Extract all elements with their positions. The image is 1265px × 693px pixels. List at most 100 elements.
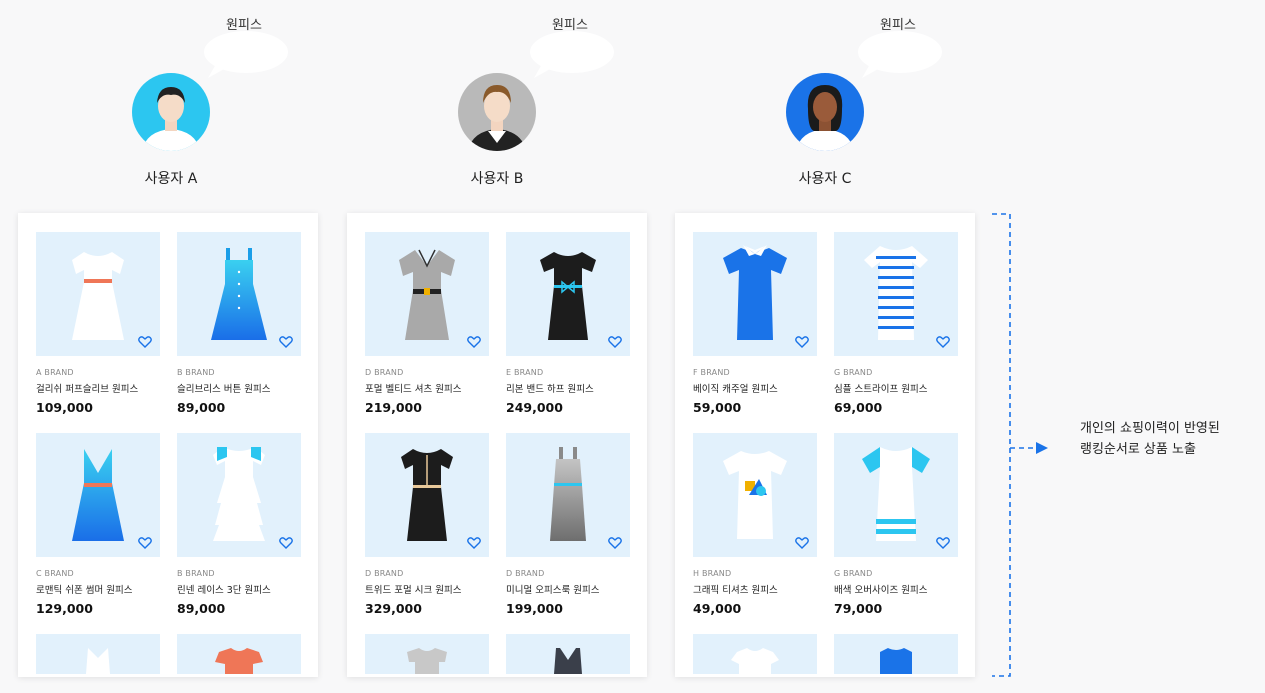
product-list-user-a[interactable]: A BRAND 걸리쉬 퍼프슬리브 원피스 109,000 B BRAND 슬리… [18, 213, 318, 677]
product-price: 199,000 [506, 601, 563, 616]
product-title[interactable]: 포멀 벨티드 셔츠 원피스 [365, 381, 489, 395]
product-price: 49,000 [693, 601, 742, 616]
avatar [786, 73, 864, 151]
heart-icon[interactable] [279, 537, 293, 549]
product-card[interactable]: D BRAND 포멀 벨티드 셔츠 원피스 219,000 [365, 232, 489, 415]
avatar [132, 73, 210, 151]
product-card[interactable]: C BRAND 로맨틱 쉬폰 썸머 원피스 129,000 [36, 433, 160, 616]
heart-icon[interactable] [138, 537, 152, 549]
heart-icon[interactable] [795, 336, 809, 348]
product-image [177, 232, 301, 356]
product-card[interactable]: A BRAND 걸리쉬 퍼프슬리브 원피스 109,000 [36, 232, 160, 415]
heart-icon[interactable] [467, 336, 481, 348]
brand-label: E BRAND [506, 368, 544, 377]
user-name: 사용자 B [470, 171, 524, 187]
user-name: 사용자 C [798, 171, 852, 187]
product-card[interactable]: G BRAND 심플 스트라이프 원피스 69,000 [834, 232, 958, 415]
product-image [693, 232, 817, 356]
product-title[interactable]: 미니멀 오피스룩 원피스 [506, 582, 630, 596]
speech-bubble [204, 31, 288, 78]
product-card[interactable]: F BRAND 베이직 캐주얼 원피스 59,000 [693, 232, 817, 415]
product-title[interactable]: 베이직 캐주얼 원피스 [693, 381, 817, 395]
heart-icon[interactable] [795, 537, 809, 549]
product-image [365, 433, 489, 557]
product-price: 129,000 [36, 601, 93, 616]
brand-label: A BRAND [36, 368, 74, 377]
product-price: 329,000 [365, 601, 422, 616]
ranking-note: 개인의 쇼핑이력이 반영된 랭킹순서로 상품 노출 [1080, 418, 1220, 460]
brand-label: C BRAND [36, 569, 74, 578]
product-image [177, 433, 301, 557]
product-card[interactable]: D BRAND 트위드 포멀 시크 원피스 329,000 [365, 433, 489, 616]
product-card[interactable]: E BRAND 리본 밴드 하프 원피스 249,000 [506, 232, 630, 415]
product-title[interactable]: 심플 스트라이프 원피스 [834, 381, 958, 395]
heart-icon[interactable] [467, 537, 481, 549]
product-card[interactable]: B BRAND 슬리브리스 버튼 원피스 89,000 [177, 232, 301, 415]
product-price: 89,000 [177, 601, 226, 616]
heart-icon[interactable] [279, 336, 293, 348]
user-b: 원피스 사용자 B [422, 0, 622, 200]
heart-icon[interactable] [936, 336, 950, 348]
brand-label: B BRAND [177, 569, 215, 578]
product-title[interactable]: 리본 밴드 하프 원피스 [506, 381, 630, 395]
product-image [834, 433, 958, 557]
bracket-arrow-icon [992, 213, 1048, 677]
speech-bubble [858, 31, 942, 78]
heart-icon[interactable] [138, 336, 152, 348]
product-card-partial[interactable] [365, 634, 489, 674]
product-card-partial[interactable] [834, 634, 958, 674]
product-title[interactable]: 그래픽 티셔츠 원피스 [693, 582, 817, 596]
product-card[interactable]: D BRAND 미니멀 오피스룩 원피스 199,000 [506, 433, 630, 616]
bubble-text: 원피스 [552, 18, 588, 33]
brand-label: B BRAND [177, 368, 215, 377]
product-title[interactable]: 슬리브리스 버튼 원피스 [177, 381, 301, 395]
heart-icon[interactable] [608, 336, 622, 348]
product-list-user-c[interactable]: F BRAND 베이직 캐주얼 원피스 59,000 G BRAND 심플 스트… [675, 213, 975, 677]
product-card-partial[interactable] [693, 634, 817, 674]
product-price: 79,000 [834, 601, 883, 616]
product-title[interactable]: 로맨틱 쉬폰 썸머 원피스 [36, 582, 160, 596]
brand-label: D BRAND [365, 569, 404, 578]
heart-icon[interactable] [936, 537, 950, 549]
bubble-text: 원피스 [226, 18, 262, 33]
product-title[interactable]: 트위드 포멀 시크 원피스 [365, 582, 489, 596]
note-line-1: 개인의 쇼핑이력이 반영된 [1080, 421, 1220, 436]
brand-label: G BRAND [834, 368, 873, 377]
product-card[interactable]: G BRAND 배색 오버사이즈 원피스 79,000 [834, 433, 958, 616]
product-card-partial[interactable] [36, 634, 160, 674]
brand-label: D BRAND [365, 368, 404, 377]
product-price: 89,000 [177, 400, 226, 415]
brand-label: G BRAND [834, 569, 873, 578]
product-image [506, 232, 630, 356]
product-image [693, 433, 817, 557]
product-title[interactable]: 린넨 레이스 3단 원피스 [177, 582, 301, 596]
product-list-user-b[interactable]: D BRAND 포멀 벨티드 셔츠 원피스 219,000 E BRAND 리본… [347, 213, 647, 677]
product-image [36, 232, 160, 356]
heart-icon[interactable] [608, 537, 622, 549]
product-card-partial[interactable] [177, 634, 301, 674]
product-card-partial[interactable] [506, 634, 630, 674]
product-image [365, 232, 489, 356]
avatar [458, 73, 536, 151]
product-title[interactable]: 걸리쉬 퍼프슬리브 원피스 [36, 381, 160, 395]
user-c: 원피스 사용자 C [750, 0, 950, 200]
brand-label: D BRAND [506, 569, 545, 578]
product-title[interactable]: 배색 오버사이즈 원피스 [834, 582, 958, 596]
product-price: 249,000 [506, 400, 563, 415]
product-price: 109,000 [36, 400, 93, 415]
product-price: 69,000 [834, 400, 883, 415]
brand-label: F BRAND [693, 368, 730, 377]
product-image [506, 433, 630, 557]
product-price: 219,000 [365, 400, 422, 415]
bubble-text: 원피스 [880, 18, 916, 33]
product-image [834, 232, 958, 356]
product-card[interactable]: B BRAND 린넨 레이스 3단 원피스 89,000 [177, 433, 301, 616]
user-a: 원피스 사용자 A [96, 0, 296, 200]
brand-label: H BRAND [693, 569, 732, 578]
product-price: 59,000 [693, 400, 742, 415]
note-line-2: 랭킹순서로 상품 노출 [1080, 442, 1196, 457]
speech-bubble [530, 31, 614, 78]
product-image [36, 433, 160, 557]
product-card[interactable]: H BRAND 그래픽 티셔츠 원피스 49,000 [693, 433, 817, 616]
user-name: 사용자 A [144, 171, 198, 187]
